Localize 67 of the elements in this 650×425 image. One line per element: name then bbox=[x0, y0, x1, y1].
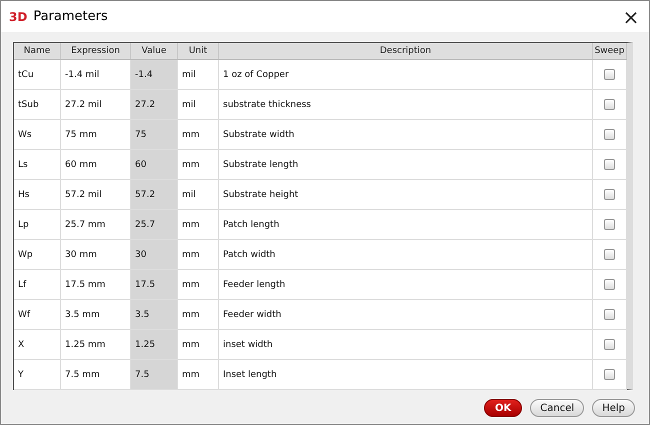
column-header: Unit bbox=[178, 43, 218, 60]
sweep-checkbox[interactable] bbox=[604, 309, 615, 320]
column-header: Sweep bbox=[592, 43, 626, 60]
sweep-checkbox[interactable] bbox=[604, 129, 615, 140]
table-cell: 57.2 bbox=[130, 180, 178, 210]
table-cell: tSub bbox=[14, 90, 60, 120]
table-cell: 75 bbox=[130, 120, 178, 150]
table-cell: Y bbox=[14, 360, 60, 390]
table-cell: Inset length bbox=[218, 360, 592, 390]
table-cell: mm bbox=[178, 270, 218, 300]
table-cell: 30 bbox=[130, 240, 178, 270]
table-cell: Substrate height bbox=[218, 180, 592, 210]
app-logo: 3D bbox=[9, 10, 28, 24]
window-title: Parameters bbox=[33, 9, 109, 24]
sweep-checkbox[interactable] bbox=[604, 369, 615, 380]
table-cell: Lf bbox=[14, 270, 60, 300]
close-button[interactable]: × bbox=[613, 2, 649, 32]
table-cell: Ws bbox=[14, 120, 60, 150]
table-cell: mm bbox=[178, 240, 218, 270]
table-cell: mm bbox=[178, 150, 218, 180]
column-header: Expression bbox=[60, 43, 130, 60]
table-cell: Substrate width bbox=[218, 120, 592, 150]
dialog-button[interactable]: Cancel bbox=[530, 399, 584, 417]
table-cell: mm bbox=[178, 210, 218, 240]
table-cell: Ls bbox=[14, 150, 60, 180]
table-cell: 1.25 bbox=[130, 330, 178, 360]
table-cell: Feeder length bbox=[218, 270, 592, 300]
table-cell: mm bbox=[178, 120, 218, 150]
table-cell: -1.4 bbox=[130, 60, 178, 90]
table-cell: 7.5 bbox=[130, 360, 178, 390]
table-cell: Wf bbox=[14, 300, 60, 330]
table-cell: mm bbox=[178, 360, 218, 390]
column-header: Name bbox=[14, 43, 60, 60]
table-cell: Hs bbox=[14, 180, 60, 210]
column-header: Description bbox=[218, 43, 592, 60]
sweep-checkbox[interactable] bbox=[604, 99, 615, 110]
table-cell: X bbox=[14, 330, 60, 360]
dialog-button[interactable]: Help bbox=[592, 399, 635, 417]
table-cell: Wp bbox=[14, 240, 60, 270]
table-cell: 3.5 bbox=[130, 300, 178, 330]
sweep-checkbox[interactable] bbox=[604, 159, 615, 170]
sweep-checkbox[interactable] bbox=[604, 279, 615, 290]
table-cell: substrate thickness bbox=[218, 90, 592, 120]
table-cell: 25.7 bbox=[130, 210, 178, 240]
sweep-checkbox[interactable] bbox=[604, 249, 615, 260]
table-cell: 27.2 bbox=[130, 90, 178, 120]
table-cell: Patch length bbox=[218, 210, 592, 240]
table-cell: mm bbox=[178, 300, 218, 330]
table-cell: Lp bbox=[14, 210, 60, 240]
sweep-checkbox[interactable] bbox=[604, 339, 615, 350]
table-cell: Substrate length bbox=[218, 150, 592, 180]
table-cell: inset width bbox=[218, 330, 592, 360]
table-cell: tCu bbox=[14, 60, 60, 90]
column-header: Value bbox=[130, 43, 178, 60]
table-cell: mil bbox=[178, 90, 218, 120]
sweep-checkbox[interactable] bbox=[604, 189, 615, 200]
table-cell: mil bbox=[178, 180, 218, 210]
table-cell: Feeder width bbox=[218, 300, 592, 330]
table-cell: Patch width bbox=[218, 240, 592, 270]
ok-button[interactable]: OK bbox=[484, 399, 522, 417]
sweep-checkbox[interactable] bbox=[604, 219, 615, 230]
sweep-checkbox[interactable] bbox=[604, 69, 615, 80]
table-cell: 17.5 bbox=[130, 270, 178, 300]
table-cell: 60 bbox=[130, 150, 178, 180]
table-cell: mil bbox=[178, 60, 218, 90]
table-cell: 1 oz of Copper bbox=[218, 60, 592, 90]
table-cell: mm bbox=[178, 330, 218, 360]
